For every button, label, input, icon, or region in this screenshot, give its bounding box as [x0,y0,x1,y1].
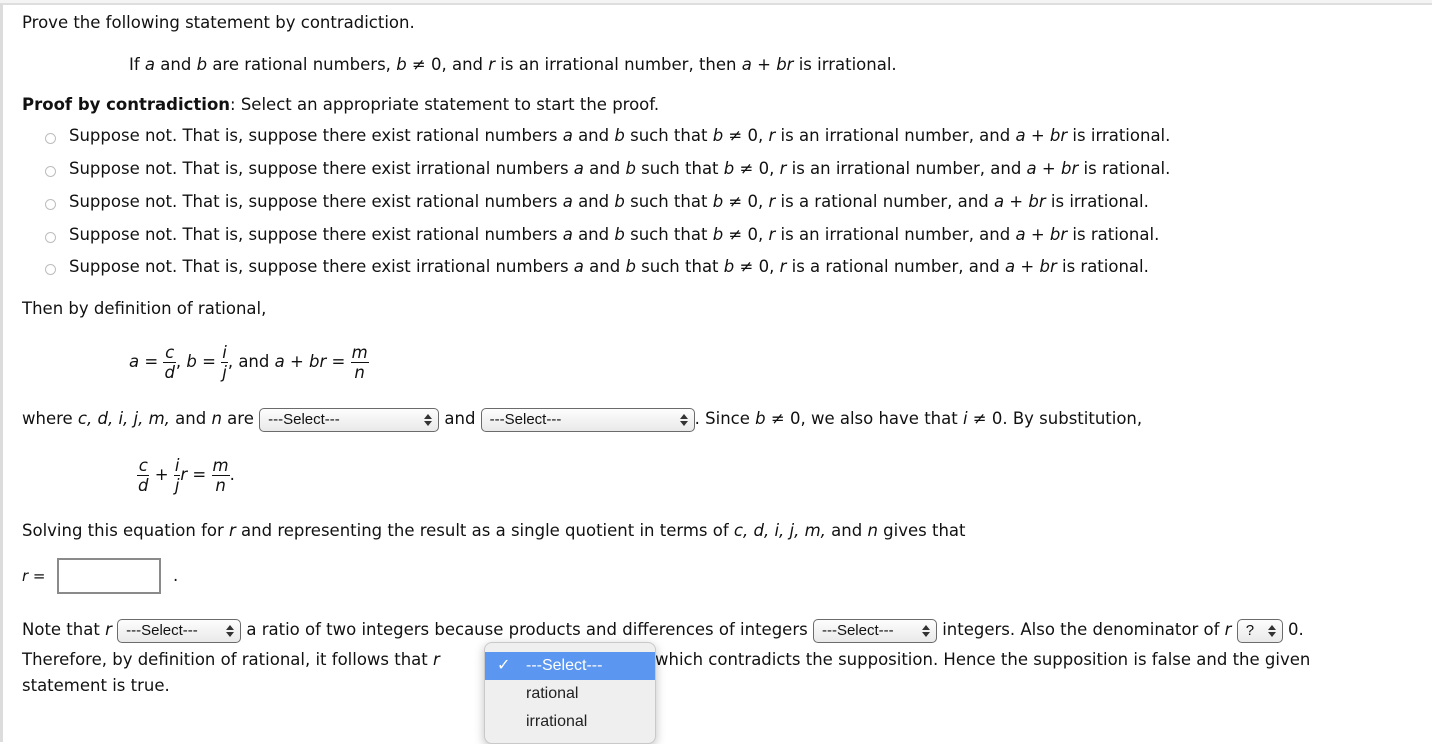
dropdown-option-irrational[interactable]: irrational [485,708,655,736]
fraction-c-over-d: cd [137,456,150,495]
radio-button[interactable] [45,232,56,243]
proof-heading: Proof by contradiction: Select an approp… [22,95,660,114]
proof-start-option[interactable]: Suppose not. That is, suppose there exis… [45,159,1170,178]
proof-heading-bold: Proof by contradiction [22,95,231,114]
therefore-line-2: statement is true. [22,676,170,695]
select-arrows-icon [1267,623,1276,639]
answer-label: r = [22,567,46,585]
proof-start-option[interactable]: Suppose not. That is, suppose there exis… [45,192,1149,211]
select-arrows-icon [679,412,688,428]
radio-button[interactable] [45,166,56,177]
select-arrows-icon [921,623,930,639]
fraction-m-over-n: mn [211,456,230,495]
integer-type-select-2[interactable]: ---Select--- [480,407,695,432]
denominator-compare-select[interactable]: ? [1236,618,1283,643]
r-ratio-select[interactable]: ---Select--- [117,618,242,643]
r-answer-input[interactable] [57,558,161,594]
fraction-c-over-d: cd [163,343,176,382]
therefore-line-1b: which contradicts the supposition. Hence… [655,650,1311,669]
equation-substitution: cd + ijr = mn. [137,456,235,495]
equation-definitions: a = cd, b = ij, and a + br = mn [129,343,369,382]
dropdown-option-select[interactable]: ✓ ---Select--- [485,652,655,680]
prompt-text: Prove the following statement by contrad… [22,13,415,32]
fraction-m-over-n: mn [350,343,369,382]
therefore-line-1: Therefore, by definition of rational, it… [22,650,440,669]
integer-type-select-1[interactable]: ---Select--- [259,407,440,432]
proof-start-option[interactable]: Suppose not. That is, suppose there exis… [45,126,1170,145]
theorem-statement: If a and b are rational numbers, b ≠ 0, … [129,55,897,74]
radio-button[interactable] [45,199,56,210]
solving-line: Solving this equation for r and represen… [22,521,966,540]
radio-button[interactable] [45,133,56,144]
answer-period: . [173,566,179,585]
note-line: Note that r ---Select--- a ratio of two … [22,618,1304,643]
closure-select[interactable]: ---Select--- [812,618,937,643]
dropdown-option-rational[interactable]: rational [485,680,655,708]
where-line: where c, d, i, j, m, and n are ---Select… [22,407,1142,432]
radio-button[interactable] [45,264,56,275]
proof-start-option[interactable]: Suppose not. That is, suppose there exis… [45,257,1149,276]
definition-line: Then by definition of rational, [22,299,267,318]
rational-dropdown-menu[interactable]: ✓ ---Select--- rational irrational [484,642,656,744]
fraction-i-over-j: ij [221,343,228,382]
select-arrows-icon [226,623,235,639]
select-arrows-icon [424,412,433,428]
proof-start-option[interactable]: Suppose not. That is, suppose there exis… [45,225,1159,244]
checkmark-icon: ✓ [497,657,511,674]
